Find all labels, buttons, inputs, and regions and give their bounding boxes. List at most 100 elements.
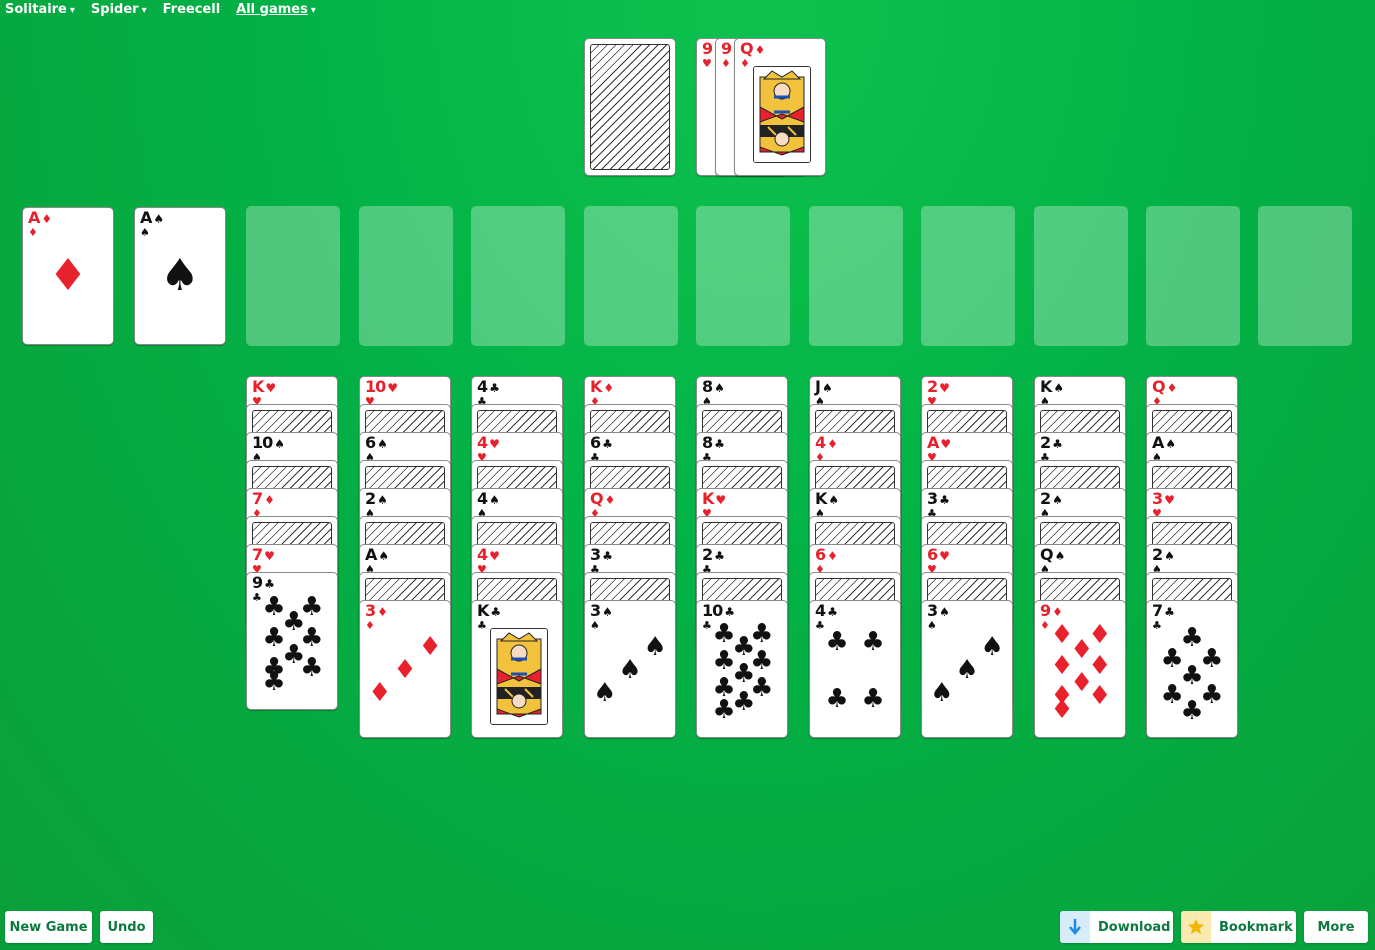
card-rank-text: 2 bbox=[1040, 433, 1051, 452]
menu-item-label: Solitaire bbox=[5, 2, 67, 17]
card-rank: 3 ♣ bbox=[927, 489, 950, 508]
card-pips: ♣ ♣ ♣ ♣ ♣ ♣ ♣ ♣ ♣ ♣ bbox=[697, 601, 787, 737]
card-suit-icon: ♥ bbox=[939, 549, 950, 563]
suit-pip-icon: ♦ bbox=[1088, 681, 1112, 712]
playing-card[interactable]: 3 ♦ ♦ ♦ ♦ ♦ bbox=[359, 600, 451, 738]
suit-pip-icon: ♠ bbox=[955, 655, 979, 686]
card-suit-icon: ♣ bbox=[1052, 437, 1063, 451]
download-arrow-icon bbox=[1060, 911, 1090, 943]
suit-pip-icon: ♣ bbox=[861, 683, 885, 714]
card-rank-text: 8 bbox=[702, 433, 713, 452]
card-suit-icon: ♣ bbox=[602, 549, 613, 563]
card-rank-text: A bbox=[927, 433, 939, 452]
card-rank-text: 3 bbox=[1152, 489, 1163, 508]
chevron-down-icon: ▾ bbox=[69, 5, 75, 16]
menu-item-freecell[interactable]: Freecell bbox=[163, 2, 221, 17]
top-menu: Solitaire ▾ Spider ▾ Freecell All games ▾ bbox=[5, 2, 332, 17]
download-button[interactable]: Download bbox=[1060, 911, 1173, 943]
chevron-down-icon: ▾ bbox=[310, 5, 316, 16]
empty-pile-slot[interactable] bbox=[809, 206, 903, 346]
menu-item-all-games[interactable]: All games ▾ bbox=[236, 2, 316, 17]
card-rank: 2 ♠ bbox=[1152, 547, 1175, 564]
bookmark-label: Bookmark bbox=[1219, 919, 1293, 935]
card-suit-icon: ♥ bbox=[265, 381, 276, 395]
card-suit-icon: ♦ bbox=[603, 381, 614, 395]
empty-pile-slot[interactable] bbox=[584, 206, 678, 346]
menu-item-label: All games bbox=[236, 2, 308, 17]
foundation-card[interactable]: A ♠ ♠ ♠ bbox=[134, 207, 226, 345]
empty-pile-slot[interactable] bbox=[359, 206, 453, 346]
suit-pip-icon: ♠ bbox=[643, 632, 667, 663]
card-rank-text: Q bbox=[590, 489, 604, 508]
new-game-button[interactable]: New Game bbox=[5, 911, 92, 943]
card-rank: 6 ♦ bbox=[815, 545, 838, 564]
card-suit-icon: ♥ bbox=[489, 437, 500, 451]
card-rank: Q ♦ bbox=[740, 41, 765, 58]
card-rank-text: 7 bbox=[252, 489, 263, 508]
waste-card[interactable]: Q ♦ ♦ bbox=[734, 38, 826, 176]
empty-pile-slot[interactable] bbox=[921, 206, 1015, 346]
card-suit-icon: ♠ bbox=[828, 493, 839, 507]
card-suit-icon: ♠ bbox=[1052, 493, 1063, 507]
empty-pile-slot[interactable] bbox=[246, 206, 340, 346]
card-rank-text: 10 bbox=[252, 433, 273, 452]
card-pips: ♣ ♣ ♣ ♣ ♣ ♣ ♣ bbox=[1147, 601, 1237, 737]
card-rank: K ♣ bbox=[477, 603, 501, 620]
empty-pile-slot[interactable] bbox=[471, 206, 565, 346]
playing-card[interactable]: 3 ♠ ♠ ♠ ♠ ♠ bbox=[584, 600, 676, 738]
menu-item-spider[interactable]: Spider ▾ bbox=[91, 2, 147, 17]
chevron-down-icon: ▾ bbox=[141, 5, 147, 16]
empty-pile-slot[interactable] bbox=[1258, 206, 1352, 346]
card-rank: 3 ♥ bbox=[1152, 489, 1175, 508]
bookmark-button[interactable]: Bookmark bbox=[1181, 911, 1296, 943]
playing-card[interactable]: 10 ♣ ♣ ♣ ♣ ♣ ♣ ♣ ♣ ♣ ♣ ♣ ♣ bbox=[696, 600, 788, 738]
empty-pile-slot[interactable] bbox=[1146, 206, 1240, 346]
playing-card[interactable]: 9 ♣ ♣ ♣ ♣ ♣ ♣ ♣ ♣ ♣ ♣ ♣ bbox=[246, 572, 338, 710]
suit-pip-icon: ♠ bbox=[160, 250, 200, 301]
card-rank-text: K bbox=[590, 377, 602, 396]
card-suit-icon: ♦ bbox=[1166, 381, 1178, 395]
card-suit-icon: ♣ bbox=[714, 437, 725, 451]
king-portrait-icon bbox=[491, 629, 547, 724]
card-suit-icon: ♠ bbox=[1164, 549, 1175, 563]
card-suit-icon: ♦ bbox=[604, 493, 616, 507]
card-rank: J ♠ bbox=[815, 377, 833, 396]
card-rank-text: K bbox=[815, 489, 827, 508]
suit-pip-icon: ♦ bbox=[393, 655, 417, 686]
card-rank-text: J bbox=[815, 377, 821, 396]
undo-button[interactable]: Undo bbox=[100, 911, 153, 943]
suit-pip-icon: ♣ bbox=[1180, 696, 1204, 727]
card-rank: 2 ♠ bbox=[1040, 489, 1063, 508]
playing-card[interactable]: K ♣ ♣ bbox=[471, 600, 563, 738]
suit-pip-icon: ♦ bbox=[48, 250, 88, 301]
card-rank-text: Q bbox=[1152, 377, 1166, 396]
suit-pip-icon: ♦ bbox=[1050, 694, 1074, 725]
empty-pile-slot[interactable] bbox=[696, 206, 790, 346]
playing-card[interactable]: 7 ♣ ♣ ♣ ♣ ♣ ♣ ♣ ♣ ♣ bbox=[1146, 600, 1238, 738]
card-rank-text: 4 bbox=[477, 377, 488, 396]
card-rank-text: 2 bbox=[1040, 489, 1051, 508]
playing-card[interactable]: 9 ♦ ♦ ♦ ♦ ♦ ♦ ♦ ♦ ♦ ♦ ♦ bbox=[1034, 600, 1126, 738]
card-rank: 10 ♠ bbox=[252, 433, 285, 452]
foundation-card[interactable]: A ♦ ♦ ♦ bbox=[22, 207, 114, 345]
card-pips: ♦ ♦ ♦ ♦ ♦ ♦ ♦ ♦ ♦ bbox=[1035, 601, 1125, 737]
card-rank-text: 9 bbox=[721, 39, 732, 58]
card-rank-text: K bbox=[252, 377, 264, 396]
card-rank-text: 6 bbox=[815, 545, 826, 564]
card-suit-icon: ♣ bbox=[602, 437, 613, 451]
stock-pile[interactable] bbox=[584, 38, 676, 176]
playing-card[interactable]: 4 ♣ ♣ ♣ ♣ ♣ ♣ bbox=[809, 600, 901, 738]
card-suit-icon: ♠ bbox=[1165, 437, 1176, 451]
card-pips: ♦ bbox=[23, 208, 113, 344]
more-button[interactable]: More bbox=[1304, 911, 1368, 943]
card-rank-text: 2 bbox=[365, 489, 376, 508]
menu-item-solitaire[interactable]: Solitaire ▾ bbox=[5, 2, 75, 17]
playing-card[interactable]: 3 ♠ ♠ ♠ ♠ ♠ bbox=[921, 600, 1013, 738]
card-rank-text: 3 bbox=[590, 545, 601, 564]
card-suit-icon: ♠ bbox=[274, 437, 285, 451]
card-rank-text: 3 bbox=[927, 489, 938, 508]
card-rank-text: A bbox=[1152, 433, 1164, 452]
empty-pile-slot[interactable] bbox=[1034, 206, 1128, 346]
card-suit-icon: ♦ bbox=[827, 549, 838, 563]
card-pips: ♣ ♣ ♣ ♣ ♣ ♣ ♣ ♣ ♣ bbox=[247, 573, 337, 709]
